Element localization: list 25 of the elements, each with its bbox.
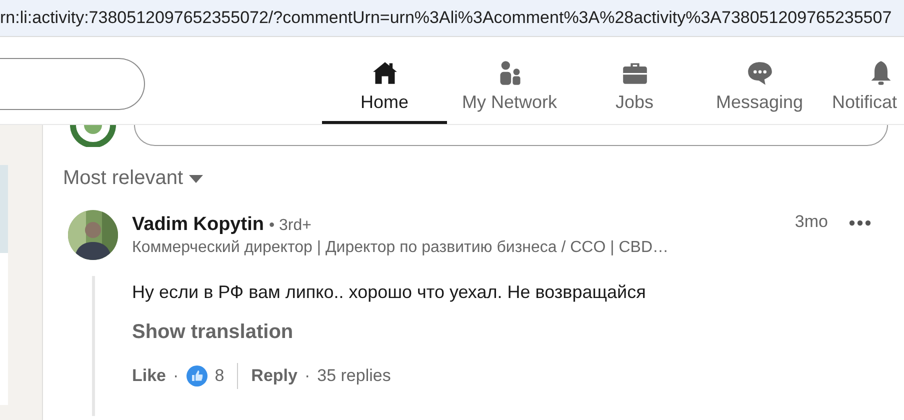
show-translation-link[interactable]: Show translation: [132, 321, 294, 344]
reaction-count[interactable]: 8: [214, 365, 224, 387]
like-button[interactable]: Like: [132, 365, 166, 387]
comment-text: Ну если в РФ вам липко.. хорошо что уехал. Не возвращайся: [132, 282, 647, 303]
replies-count[interactable]: 35 replies: [317, 365, 391, 387]
nav-tab[interactable]: Jobs: [572, 37, 697, 124]
chat-icon: [746, 60, 772, 86]
author-headline: Коммерческий директор | Директор по развитию бизнеса / CCO | CBD…: [132, 239, 670, 257]
comment-time: 3mo: [794, 212, 828, 232]
author-name[interactable]: Vadim Kopytin: [132, 214, 264, 236]
nav-tab[interactable]: Messaging: [697, 37, 822, 124]
house-icon: [372, 60, 398, 86]
connection-degree: • 3rd+: [268, 217, 312, 235]
separator-dot: ·: [304, 365, 310, 387]
separator-dot: ·: [173, 365, 179, 387]
nav-tab[interactable]: Notificat: [822, 37, 904, 124]
nav-tab[interactable]: My Network: [447, 37, 572, 124]
comment-field[interactable]: [134, 125, 888, 146]
sort-dropdown[interactable]: Most relevant: [63, 167, 204, 190]
avatar: [68, 210, 118, 260]
reply-button[interactable]: Reply: [251, 365, 298, 387]
thumbs-up-icon: [186, 365, 208, 387]
caret-icon: [189, 174, 204, 182]
more-icon[interactable]: [849, 220, 871, 226]
search-field[interactable]: [0, 58, 145, 110]
